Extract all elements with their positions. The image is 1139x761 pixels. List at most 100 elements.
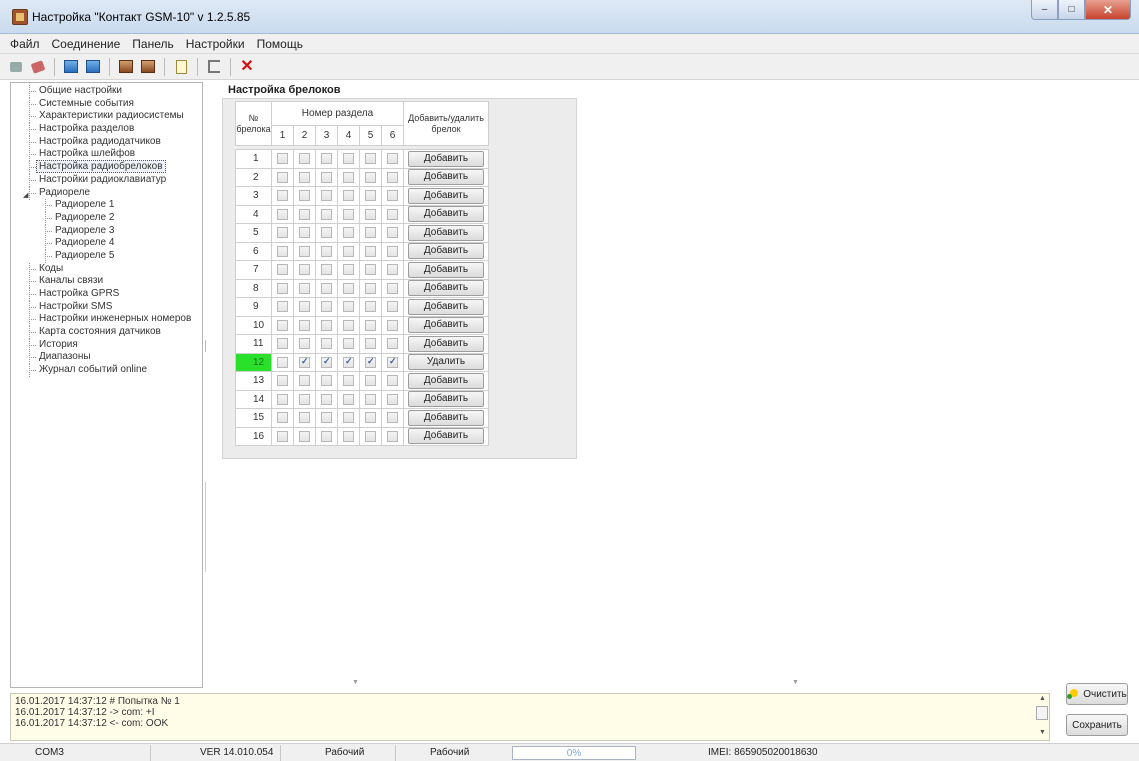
partition-checkbox[interactable] xyxy=(321,227,332,239)
tree-item[interactable]: Настройки SMS xyxy=(11,300,202,314)
add-keyfob-button[interactable]: Добавить xyxy=(408,298,484,315)
add-keyfob-button[interactable]: Добавить xyxy=(408,243,484,260)
partition-checkbox[interactable] xyxy=(321,171,332,183)
partition-checkbox[interactable] xyxy=(365,393,376,405)
partition-checkbox[interactable] xyxy=(365,171,376,183)
partition-checkbox[interactable] xyxy=(299,319,310,331)
partition-checkbox[interactable] xyxy=(387,208,398,220)
partition-checkbox[interactable] xyxy=(277,171,288,183)
add-keyfob-button[interactable]: Добавить xyxy=(408,391,484,408)
partition-checkbox[interactable] xyxy=(277,412,288,424)
tree-item[interactable]: Характеристики радиосистемы xyxy=(11,110,202,124)
partition-checkbox[interactable] xyxy=(321,412,332,424)
tree-item[interactable]: Настройки инженерных номеров xyxy=(11,313,202,327)
add-keyfob-button[interactable]: Добавить xyxy=(408,169,484,186)
add-keyfob-button[interactable]: Добавить xyxy=(408,261,484,278)
partition-checkbox[interactable] xyxy=(299,375,310,387)
partition-checkbox[interactable] xyxy=(387,190,398,202)
partition-checkbox[interactable] xyxy=(321,375,332,387)
panel-splitter[interactable] xyxy=(204,82,210,688)
exit-icon[interactable] xyxy=(204,57,224,77)
partition-checkbox[interactable] xyxy=(321,208,332,220)
tree-item[interactable]: Радиореле 1 xyxy=(11,199,202,213)
scroll-thumb[interactable] xyxy=(1036,706,1048,720)
partition-checkbox[interactable] xyxy=(321,153,332,165)
partition-checkbox[interactable] xyxy=(321,356,332,368)
partition-checkbox[interactable] xyxy=(277,393,288,405)
partition-checkbox[interactable] xyxy=(343,227,354,239)
partition-checkbox[interactable] xyxy=(365,319,376,331)
partition-checkbox[interactable] xyxy=(343,430,354,442)
partition-checkbox[interactable] xyxy=(299,393,310,405)
partition-checkbox[interactable] xyxy=(299,356,310,368)
read-file-icon[interactable] xyxy=(116,57,136,77)
menu-file[interactable]: Файл xyxy=(4,37,46,51)
write-icon[interactable] xyxy=(83,57,103,77)
tree-item[interactable]: История xyxy=(11,338,202,352)
tree-item[interactable]: Диапазоны xyxy=(11,351,202,365)
partition-checkbox[interactable] xyxy=(387,227,398,239)
partition-checkbox[interactable] xyxy=(343,393,354,405)
read-icon[interactable] xyxy=(61,57,81,77)
partition-checkbox[interactable] xyxy=(277,430,288,442)
partition-checkbox[interactable] xyxy=(387,430,398,442)
partition-checkbox[interactable] xyxy=(299,190,310,202)
partition-checkbox[interactable] xyxy=(277,338,288,350)
partition-checkbox[interactable] xyxy=(277,301,288,313)
partition-checkbox[interactable] xyxy=(343,412,354,424)
partition-checkbox[interactable] xyxy=(365,301,376,313)
partition-checkbox[interactable] xyxy=(343,208,354,220)
add-keyfob-button[interactable]: Добавить xyxy=(408,372,484,389)
maximize-button[interactable]: □ xyxy=(1058,0,1085,20)
partition-checkbox[interactable] xyxy=(299,153,310,165)
tree-item[interactable]: Радиореле 5 xyxy=(11,249,202,263)
tree-item[interactable]: Системные события xyxy=(11,97,202,111)
partition-checkbox[interactable] xyxy=(387,375,398,387)
partition-checkbox[interactable] xyxy=(321,245,332,257)
partition-checkbox[interactable] xyxy=(277,264,288,276)
partition-checkbox[interactable] xyxy=(365,282,376,294)
menu-connection[interactable]: Соединение xyxy=(46,37,127,51)
tree-item[interactable]: Радиореле 3 xyxy=(11,224,202,238)
write-file-icon[interactable] xyxy=(138,57,158,77)
partition-checkbox[interactable] xyxy=(387,412,398,424)
partition-checkbox[interactable] xyxy=(343,356,354,368)
add-keyfob-button[interactable]: Добавить xyxy=(408,317,484,334)
log-scrollbar[interactable]: ▲ ▼ xyxy=(1034,693,1052,741)
clear-button[interactable]: Очистить xyxy=(1066,683,1128,705)
partition-checkbox[interactable] xyxy=(321,190,332,202)
partition-checkbox[interactable] xyxy=(277,227,288,239)
partition-checkbox[interactable] xyxy=(387,264,398,276)
partition-checkbox[interactable] xyxy=(321,393,332,405)
partition-checkbox[interactable] xyxy=(387,245,398,257)
partition-checkbox[interactable] xyxy=(343,375,354,387)
partition-checkbox[interactable] xyxy=(365,338,376,350)
notes-icon[interactable] xyxy=(171,57,191,77)
partition-checkbox[interactable] xyxy=(321,430,332,442)
menu-panel[interactable]: Панель xyxy=(126,37,179,51)
partition-checkbox[interactable] xyxy=(277,245,288,257)
connect-icon[interactable] xyxy=(6,57,26,77)
partition-checkbox[interactable] xyxy=(343,190,354,202)
tree-item[interactable]: Коды xyxy=(11,262,202,276)
add-keyfob-button[interactable]: Добавить xyxy=(408,206,484,223)
tree-item[interactable]: Настройки радиоклавиатур xyxy=(11,173,202,187)
partition-checkbox[interactable] xyxy=(387,301,398,313)
partition-checkbox[interactable] xyxy=(277,356,288,368)
partition-checkbox[interactable] xyxy=(343,245,354,257)
tree-item[interactable]: Настройка разделов xyxy=(11,123,202,137)
tree-item[interactable]: ◢ Радиореле xyxy=(11,186,202,200)
add-keyfob-button[interactable]: Добавить xyxy=(408,187,484,204)
tree-item[interactable]: Радиореле 4 xyxy=(11,237,202,251)
partition-checkbox[interactable] xyxy=(387,393,398,405)
partition-checkbox[interactable] xyxy=(299,264,310,276)
partition-checkbox[interactable] xyxy=(299,282,310,294)
disconnect-icon[interactable] xyxy=(28,57,48,77)
partition-checkbox[interactable] xyxy=(299,227,310,239)
partition-checkbox[interactable] xyxy=(365,356,376,368)
partition-checkbox[interactable] xyxy=(277,190,288,202)
partition-checkbox[interactable] xyxy=(299,245,310,257)
partition-checkbox[interactable] xyxy=(299,171,310,183)
partition-checkbox[interactable] xyxy=(321,282,332,294)
partition-checkbox[interactable] xyxy=(343,171,354,183)
